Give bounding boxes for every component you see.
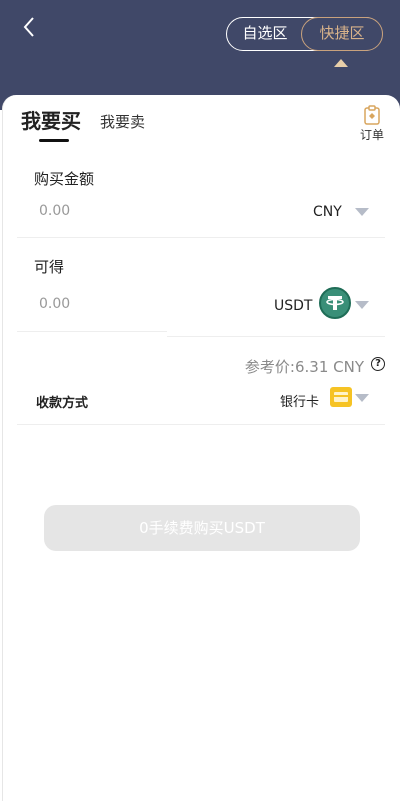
purchase-amount-label: 购买金额	[34, 170, 95, 188]
tether-usdt-icon	[319, 287, 351, 319]
divider	[17, 424, 385, 425]
receive-label: 可得	[34, 258, 65, 276]
purchase-amount-input[interactable]	[39, 203, 159, 219]
purchase-currency: CNY	[313, 204, 342, 220]
header-bar: 自选区 快捷区	[0, 0, 400, 110]
trade-panel: 我要买 我要卖 订单 购买金额 CNY 可得 USDT 参考价:6.31 CNY…	[2, 95, 400, 801]
selected-indicator-icon	[334, 59, 348, 67]
purchase-currency-dropdown-icon[interactable]	[355, 208, 369, 216]
payment-method-value[interactable]: 银行卡	[280, 391, 319, 410]
toggle-option-quick[interactable]: 快捷区	[301, 16, 383, 51]
divider	[17, 331, 167, 332]
divider	[17, 237, 385, 238]
orders-clipboard-icon	[364, 105, 380, 125]
reference-price: 参考价:6.31 CNY	[244, 358, 364, 376]
zone-toggle: 自选区 快捷区	[226, 16, 383, 51]
orders-button[interactable]: 订单	[357, 105, 387, 143]
toggle-option-favorites[interactable]: 自选区	[227, 18, 303, 49]
tab-buy[interactable]: 我要买	[21, 105, 81, 134]
divider	[167, 336, 385, 337]
back-chevron-icon[interactable]	[20, 14, 42, 40]
active-tab-underline	[39, 139, 69, 142]
payment-method-dropdown-icon[interactable]	[355, 394, 369, 402]
orders-label: 订单	[359, 128, 384, 142]
bank-card-icon	[330, 387, 352, 407]
receive-currency-dropdown-icon[interactable]	[355, 301, 369, 309]
help-circle-icon[interactable]: ?	[371, 357, 385, 371]
receive-currency: USDT	[274, 298, 313, 314]
tab-sell[interactable]: 我要卖	[100, 111, 145, 132]
payment-method-label: 收款方式	[36, 396, 89, 411]
receive-amount-input[interactable]	[39, 296, 159, 312]
buy-usdt-button[interactable]: 0手续费购买USDT	[44, 505, 360, 551]
